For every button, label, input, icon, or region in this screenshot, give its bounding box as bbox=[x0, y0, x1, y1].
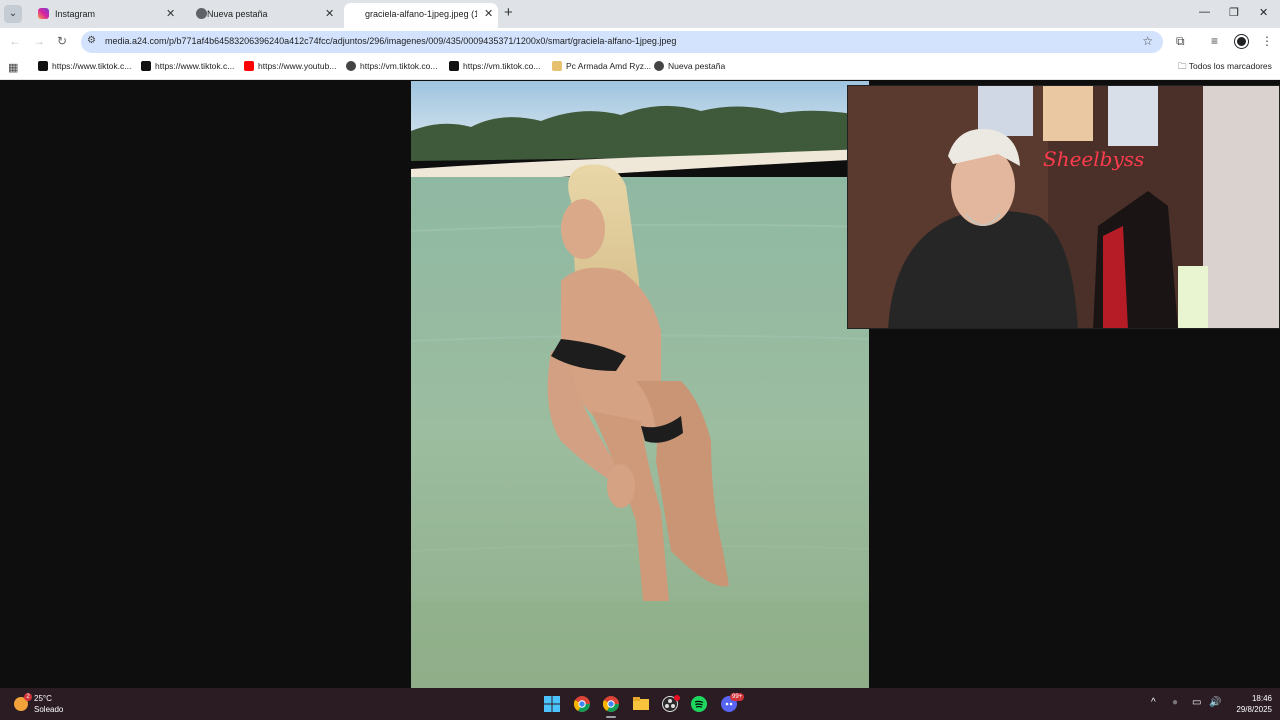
neon-sign: Sheelbyss bbox=[1043, 147, 1144, 171]
temperature: 25°C bbox=[34, 694, 52, 703]
network-icon[interactable]: ▭ bbox=[1192, 697, 1201, 708]
tiktok-icon bbox=[38, 61, 48, 71]
site-info-icon[interactable]: ⚙ bbox=[87, 35, 96, 46]
folder-icon: 🗀 bbox=[1178, 61, 1187, 71]
clock[interactable]: 18:46 29/8/2025 bbox=[1236, 693, 1272, 715]
active-indicator bbox=[606, 716, 616, 718]
bookmark-item[interactable]: https://www.tiktok.c... bbox=[141, 61, 234, 71]
close-tab-icon[interactable]: ✕ bbox=[484, 3, 493, 25]
tab-title: Instagram bbox=[55, 9, 96, 19]
new-tab-button[interactable]: + bbox=[504, 5, 513, 21]
reload-icon[interactable]: ↻ bbox=[57, 34, 67, 48]
windows-start-icon[interactable] bbox=[544, 696, 560, 712]
recording-dot bbox=[674, 695, 680, 701]
show-hidden-icons[interactable]: ^ bbox=[1151, 697, 1156, 708]
discord-badge: 99+ bbox=[730, 693, 745, 701]
volume-icon[interactable]: 🔊 bbox=[1209, 697, 1221, 708]
bookmark-item[interactable]: Pc Armada Amd Ryz... bbox=[552, 61, 651, 71]
forward-icon[interactable]: → bbox=[33, 34, 45, 48]
close-window-icon[interactable]: ✕ bbox=[1259, 6, 1268, 19]
beach-photo bbox=[411, 81, 869, 688]
tab-strip: ⌄ Instagram ✕ Nueva pestaña ✕ graciela-a… bbox=[0, 0, 1280, 28]
extensions-icon[interactable]: ⧉ bbox=[1176, 34, 1185, 49]
address-bar[interactable]: ⚙ media.a24.com/p/b771af4b64583206396240… bbox=[81, 31, 1163, 53]
chrome-icon bbox=[196, 8, 207, 19]
instagram-icon bbox=[38, 8, 49, 19]
weather-badge: 2 bbox=[24, 693, 32, 701]
bookmarks-bar: ▦ https://www.tiktok.c... https://www.ti… bbox=[0, 56, 1280, 80]
menu-icon[interactable]: ⋮ bbox=[1261, 34, 1273, 48]
file-explorer-icon[interactable] bbox=[633, 696, 649, 712]
tab-image[interactable]: graciela-alfano-1jpeg.jpeg (120 ✕ bbox=[344, 3, 498, 28]
restore-icon[interactable]: ❐ bbox=[1229, 6, 1239, 19]
url-text[interactable]: media.a24.com/p/b771af4b64583206396240a4… bbox=[105, 36, 676, 46]
youtube-icon bbox=[244, 61, 254, 71]
tab-title: Nueva pestaña bbox=[207, 9, 268, 19]
profile-avatar[interactable] bbox=[1235, 35, 1248, 48]
bookmark-item[interactable]: Nueva pestaña bbox=[654, 61, 725, 71]
spotify-icon[interactable] bbox=[691, 696, 707, 712]
tiktok-icon bbox=[449, 61, 459, 71]
bookmark-item[interactable]: https://www.youtub... bbox=[244, 61, 336, 71]
browser-toolbar: ← → ↻ ⚙ media.a24.com/p/b771af4b64583206… bbox=[0, 28, 1280, 56]
bookmark-item[interactable]: https://vm.tiktok.co... bbox=[346, 61, 437, 71]
date: 29/8/2025 bbox=[1236, 705, 1272, 714]
tab-nueva-pestana[interactable]: Nueva pestaña ✕ bbox=[186, 3, 340, 28]
webcam-overlay: Sheelbyss bbox=[847, 85, 1280, 329]
image-viewer: Sheelbyss bbox=[0, 81, 1280, 688]
back-icon[interactable]: ← bbox=[9, 34, 21, 48]
chrome-icon[interactable] bbox=[574, 696, 590, 712]
bookmark-star-icon[interactable]: ☆ bbox=[1142, 34, 1153, 48]
tab-title: graciela-alfano-1jpeg.jpeg (120 bbox=[365, 9, 477, 19]
weather-condition: Soleado bbox=[34, 705, 64, 714]
media-controls-icon[interactable]: ≡ bbox=[1211, 34, 1218, 48]
bookmark-item[interactable]: https://www.tiktok.c... bbox=[38, 61, 131, 71]
close-tab-icon[interactable]: ✕ bbox=[325, 3, 334, 25]
store-icon bbox=[552, 61, 562, 71]
all-bookmarks-button[interactable]: 🗀 Todos los marcadores bbox=[1178, 61, 1272, 75]
windows-taskbar: 2 25°C Soleado 99+ ^ ● ▭ 🔊 18:46 29/8/20… bbox=[0, 688, 1280, 720]
chrome-active-icon[interactable] bbox=[603, 696, 619, 712]
globe-icon bbox=[654, 61, 664, 71]
tiktok-icon bbox=[141, 61, 151, 71]
globe-icon bbox=[346, 61, 356, 71]
minimize-icon[interactable]: — bbox=[1199, 6, 1210, 18]
tab-search-button[interactable]: ⌄ bbox=[4, 5, 22, 23]
microphone-icon[interactable]: ● bbox=[1172, 697, 1178, 708]
time: 18:46 bbox=[1251, 694, 1272, 703]
close-tab-icon[interactable]: ✕ bbox=[166, 3, 175, 25]
tab-instagram[interactable]: Instagram ✕ bbox=[28, 3, 182, 28]
bookmark-item[interactable]: https://vm.tiktok.co... bbox=[449, 61, 540, 71]
apps-grid-icon[interactable]: ▦ bbox=[8, 61, 18, 74]
